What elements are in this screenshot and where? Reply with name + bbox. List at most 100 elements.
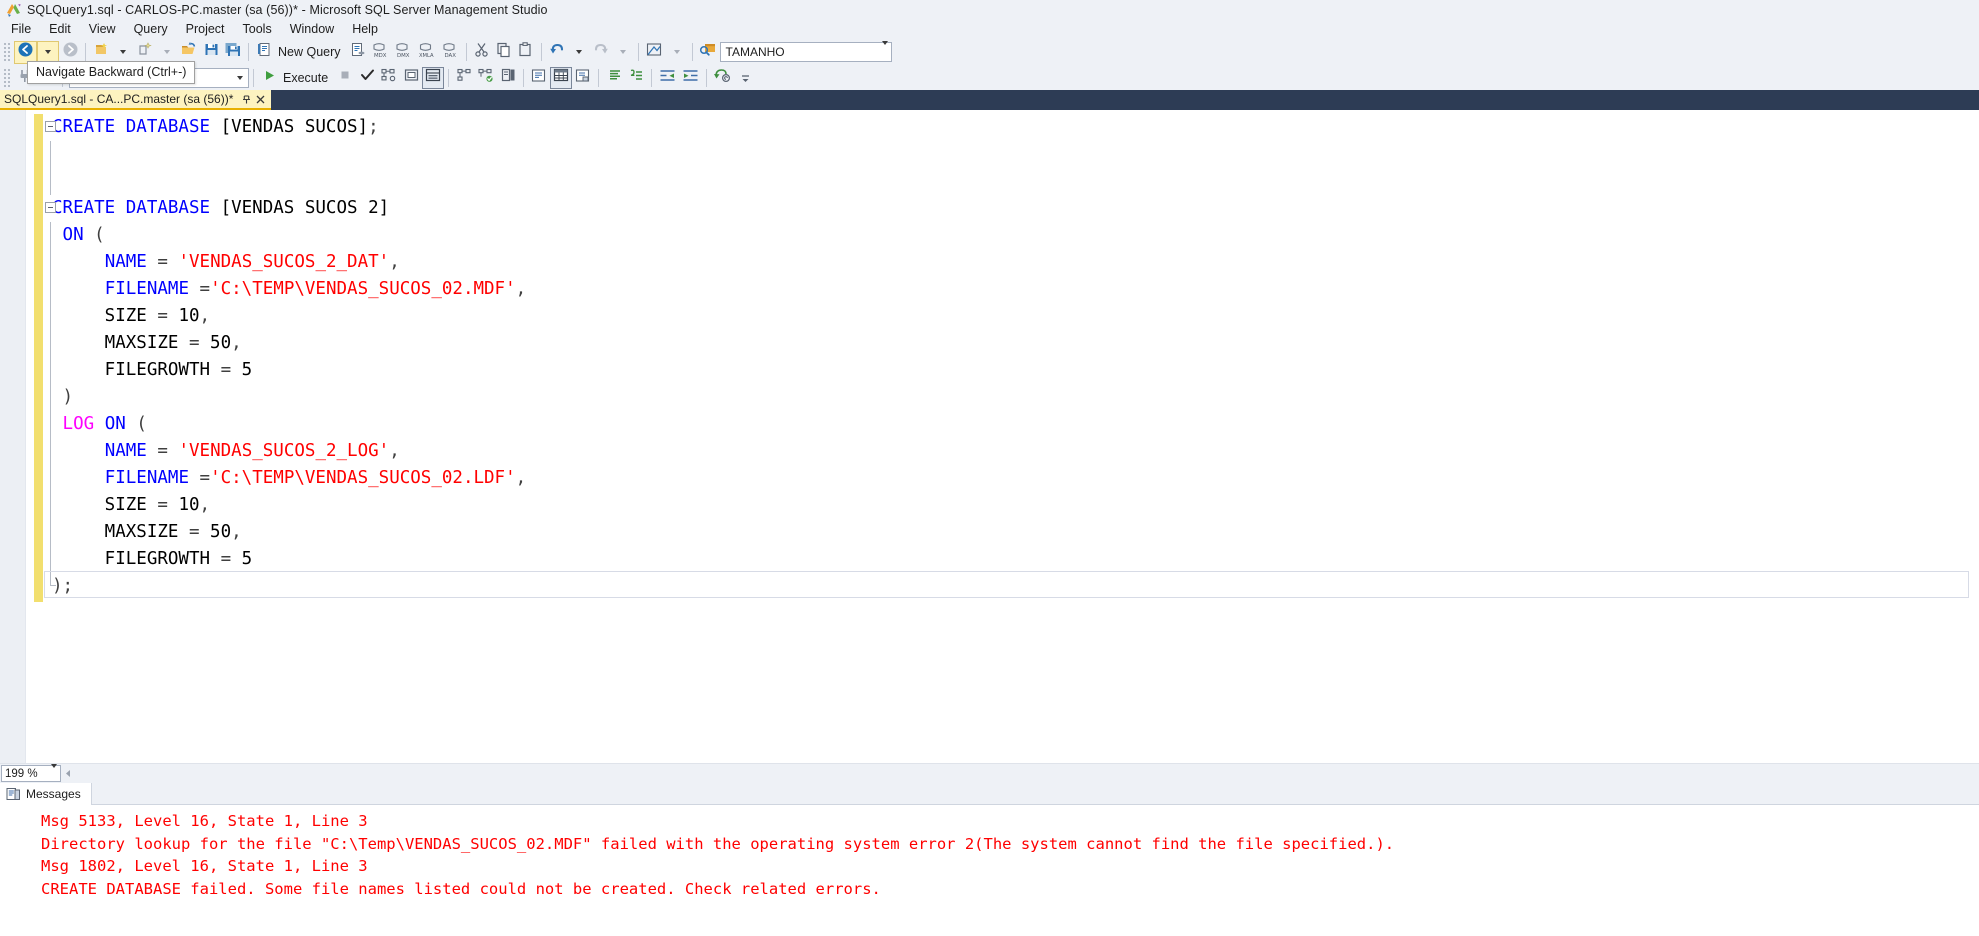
analysis-services-dmx-query-button[interactable]: DMX [392,41,415,63]
redo-dropdown[interactable] [612,41,634,63]
paste-button[interactable] [515,41,537,63]
query-options-button[interactable] [400,67,422,89]
messages-text[interactable]: Msg 5133, Level 16, State 1, Line 3 Direc… [0,805,1979,936]
menu-query[interactable]: Query [125,20,177,39]
intellisense-enabled-button[interactable] [422,66,445,89]
menu-help[interactable]: Help [343,20,387,39]
save-all-button[interactable] [222,41,244,63]
zoom-level-combo[interactable]: 199 % [1,763,61,782]
sql-code-text[interactable]: CREATE DATABASE [VENDAS SUCOS]; CREATE D… [52,114,526,600]
code-token: ON [62,225,84,245]
menu-project[interactable]: Project [177,20,234,39]
new-project-button[interactable] [90,41,112,63]
pin-icon[interactable] [239,92,253,106]
change-bar [34,114,43,602]
tab-messages[interactable]: Messages [0,783,92,805]
code-line[interactable] [52,168,526,195]
toolbar-overflow-button[interactable] [734,67,756,89]
code-token: MAXSIZE [52,333,189,353]
results-to-grid-button[interactable] [550,66,573,89]
toolbar-grip[interactable] [3,42,12,62]
menu-view[interactable]: View [80,20,125,39]
menu-file[interactable]: File [2,20,40,39]
code-line[interactable]: NAME = 'VENDAS_SUCOS_2_DAT', [52,249,526,276]
code-token: 'VENDAS_SUCOS_2_DAT' [178,252,390,272]
save-button[interactable] [200,41,222,63]
stop-button[interactable] [334,67,356,89]
analysis-services-mdx-query-button[interactable]: MDX [369,41,392,63]
code-line[interactable]: CREATE DATABASE [VENDAS SUCOS 2] [52,195,526,222]
sql-editor[interactable]: CREATE DATABASE [VENDAS SUCOS]; CREATE D… [0,110,1979,763]
available-databases-icon-button[interactable] [697,41,720,63]
code-token: , [515,468,527,488]
increase-indent-button[interactable] [679,67,702,89]
open-project-dropdown[interactable] [156,41,178,63]
execute-button[interactable] [258,67,280,89]
horizontal-scrollbar[interactable] [61,765,1979,782]
specify-values-template-button[interactable] [711,67,734,89]
available-databases-combo[interactable]: TAMANHO [719,41,892,62]
code-line[interactable]: ) [52,384,526,411]
outlining-collapse-box[interactable] [45,121,56,132]
outlining-collapse-box[interactable] [45,202,56,213]
open-file-button[interactable] [178,41,200,63]
available-databases-dropdown-button[interactable] [879,41,891,59]
code-line[interactable]: SIZE = 10, [52,492,526,519]
toolbar-grip[interactable] [3,67,12,88]
code-line[interactable]: CREATE DATABASE [VENDAS SUCOS]; [52,114,526,141]
analysis-services-xmla-query-button[interactable]: XMLA [415,41,439,63]
open-project-button[interactable] [134,41,156,63]
code-line[interactable]: FILEGROWTH = 5 [52,546,526,573]
scroll-left-button[interactable] [61,765,75,782]
code-token: , [231,522,242,542]
comment-lines-button[interactable] [603,67,625,89]
code-line[interactable]: FILENAME ='C:\TEMP\VENDAS_SUCOS_02.LDF', [52,465,526,492]
outlining-vertical-line [50,222,51,249]
code-line[interactable] [52,141,526,168]
include-actual-plan-button[interactable] [453,67,475,89]
results-pane-button[interactable] [497,67,519,89]
results-to-text-button[interactable] [528,67,550,89]
code-line[interactable]: FILEGROWTH = 5 [52,357,526,384]
results-to-file-button[interactable] [572,67,594,89]
execute-label[interactable]: Execute [280,71,334,85]
new-query-label[interactable]: New Query [275,45,347,59]
menu-tools[interactable]: Tools [234,20,281,39]
code-line[interactable]: NAME = 'VENDAS_SUCOS_2_LOG', [52,438,526,465]
undo-dropdown[interactable] [568,41,590,63]
code-line[interactable]: MAXSIZE = 50, [52,330,526,357]
standard-toolbar: New Query MDX DMX XMLA DAX TAMANHO [0,39,1979,65]
menu-edit[interactable]: Edit [40,20,80,39]
decrease-indent-button[interactable] [656,67,679,89]
parse-button[interactable] [356,67,378,89]
document-tab-sqlquery1[interactable]: SQLQuery1.sql - CA...PC.master (sa (56))… [0,90,272,110]
context-combo-dropdown-button[interactable] [231,69,248,87]
code-line[interactable]: MAXSIZE = 50, [52,519,526,546]
zoom-dropdown-button[interactable] [48,763,60,780]
code-line[interactable]: FILENAME ='C:\TEMP\VENDAS_SUCOS_02.MDF', [52,276,526,303]
new-project-dropdown[interactable] [112,41,134,63]
menu-window[interactable]: Window [281,20,343,39]
outlining-vertical-line [50,492,51,519]
navigate-forward-button[interactable] [59,41,81,63]
database-engine-query-button[interactable] [347,41,369,63]
display-estimated-plan-button[interactable] [378,67,400,89]
cut-button[interactable] [471,41,493,63]
code-line[interactable]: SIZE = 10, [52,303,526,330]
show-diagram-pane-dropdown[interactable] [666,41,688,63]
copy-button[interactable] [493,41,515,63]
undo-button[interactable] [546,41,568,63]
indicator-margin [0,110,26,763]
code-line[interactable]: LOG ON ( [52,411,526,438]
code-line[interactable]: ON ( [52,222,526,249]
redo-button[interactable] [590,41,612,63]
code-token: ; [368,117,379,137]
show-diagram-pane-button[interactable] [643,41,666,63]
include-client-statistics-button[interactable] [475,67,497,89]
analysis-services-dax-query-button[interactable]: DAX [439,41,462,63]
new-query-button[interactable] [253,41,275,63]
uncomment-lines-button[interactable] [625,67,647,89]
close-icon[interactable] [253,92,267,106]
